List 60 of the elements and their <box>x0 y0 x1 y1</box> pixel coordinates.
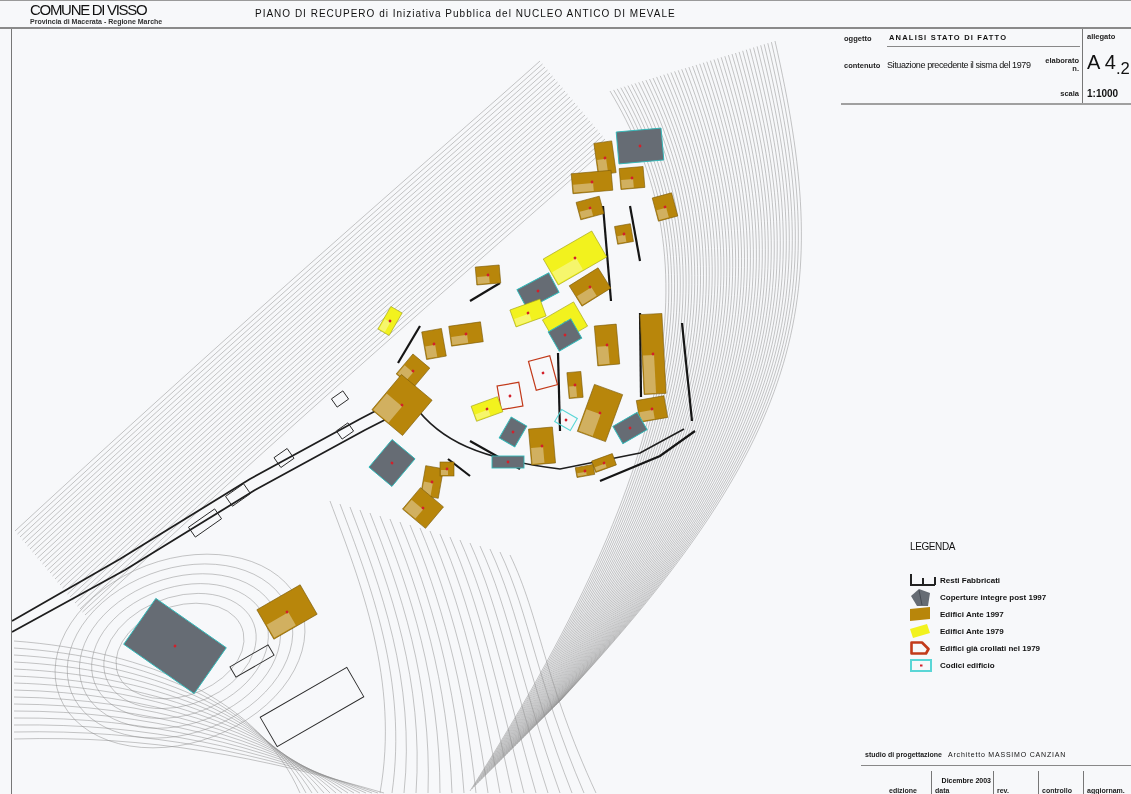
legend-label: Edifici Ante 1997 <box>940 609 1004 619</box>
marker-icon <box>630 176 634 180</box>
marker-icon <box>464 332 468 336</box>
marker-icon <box>390 461 394 465</box>
legend-label: Edifici Ante 1979 <box>940 626 1004 636</box>
marker-icon <box>638 144 642 148</box>
wall-line <box>469 282 501 302</box>
legend-label: Edifici già crollati nel 1979 <box>940 643 1041 653</box>
marker-icon <box>588 285 592 289</box>
building-outline <box>330 390 350 408</box>
marker-icon <box>421 506 425 510</box>
marker-icon <box>430 480 434 484</box>
marker-icon <box>628 426 632 430</box>
wall-line <box>397 325 421 364</box>
marker-icon <box>506 460 510 464</box>
content-text: Situazione precedente il sisma del 1979 <box>887 60 1031 70</box>
marker-icon <box>650 407 654 411</box>
marker-icon <box>563 333 567 337</box>
marker-icon <box>564 418 568 422</box>
municipality-name: COMUNE DI VISSO <box>30 2 148 17</box>
marker-icon <box>603 156 607 160</box>
legend-label: Coperture integre post 1997 <box>940 592 1047 602</box>
building-outline <box>335 422 355 440</box>
marker-icon <box>411 369 415 373</box>
legend-title: LEGENDA <box>910 541 957 552</box>
marker-icon <box>432 342 436 346</box>
marker-icon <box>651 352 655 356</box>
marker-icon <box>508 394 512 398</box>
building-outline <box>225 483 251 507</box>
wall-remains-icon <box>910 574 936 586</box>
scale-text: 1:1000 <box>1087 87 1119 99</box>
marker-icon <box>583 469 587 473</box>
marker-icon <box>605 343 609 347</box>
marker-icon <box>622 232 626 236</box>
marker-icon <box>573 256 577 260</box>
marker-icon <box>400 403 404 407</box>
marker-icon <box>536 289 540 293</box>
marker-icon <box>285 610 289 614</box>
marker-icon <box>486 273 490 277</box>
marker-icon <box>511 430 515 434</box>
plan-title: PIANO DI RECUPERO di Iniziativa Pubblica del NUCLEO ANTICO DI MEVALE <box>255 7 676 19</box>
marker-icon <box>485 407 489 411</box>
marker-icon <box>541 371 545 375</box>
marker-icon <box>388 319 392 323</box>
building-outline <box>273 448 295 468</box>
marker-icon <box>526 311 530 315</box>
legend-label: Resti Fabbricati <box>940 575 1000 585</box>
marker-icon <box>602 461 606 465</box>
marker-icon <box>588 206 592 210</box>
marker-icon <box>590 180 594 184</box>
wall-line <box>628 205 642 262</box>
building-outline <box>188 508 222 538</box>
marker-icon <box>173 644 177 648</box>
marker-icon <box>540 444 544 448</box>
marker-icon <box>445 467 449 471</box>
marker-icon <box>573 383 577 387</box>
marker-icon <box>663 205 667 209</box>
marker-icon <box>598 411 602 415</box>
sheet-number: A 4$_{.2}$ <box>1087 50 1130 80</box>
legend-label: Codici edificio <box>940 660 995 670</box>
